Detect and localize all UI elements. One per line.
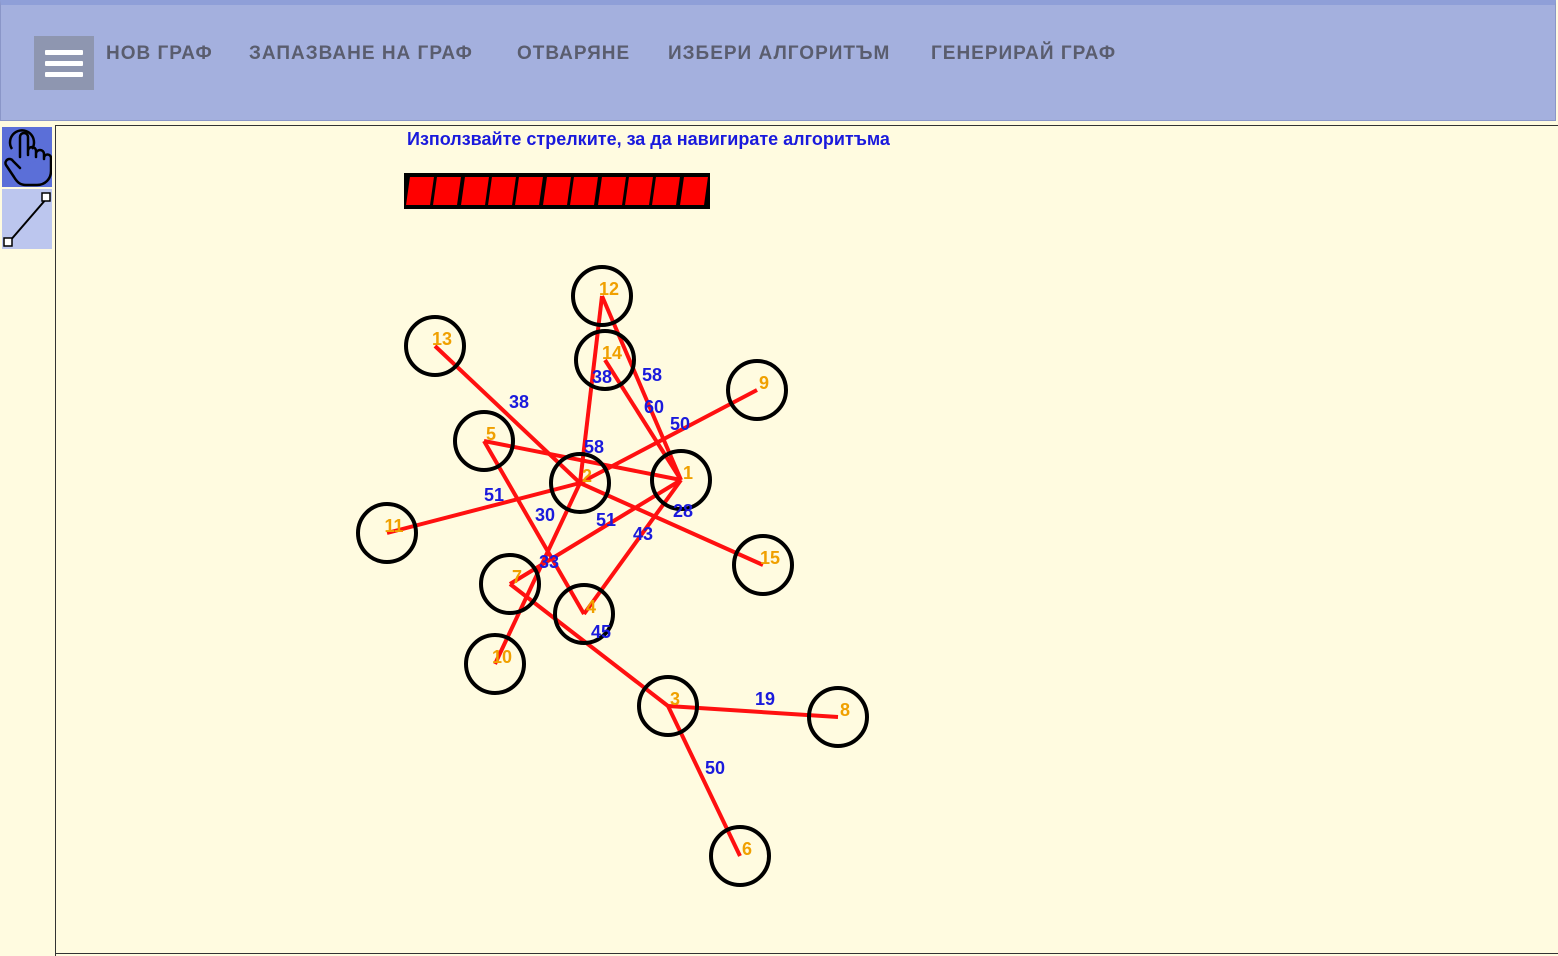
node-label: 8 — [840, 700, 850, 720]
new-graph-menu-item[interactable]: НОВ ГРАФ — [106, 43, 213, 65]
choose-algorithm-menu-item[interactable]: ИЗБЕРИ АЛГОРИТЪМ — [668, 43, 890, 65]
progress-segment — [597, 177, 626, 205]
save-graph-menu-item[interactable]: ЗАПАЗВАНЕ НА ГРАФ — [249, 43, 473, 65]
progress-segment — [406, 177, 435, 205]
progress-segment — [433, 177, 462, 205]
progress-segment — [488, 177, 517, 205]
node-label: 3 — [670, 689, 680, 709]
progress-segment — [652, 177, 681, 205]
node-label: 14 — [602, 343, 622, 363]
progress-segment — [515, 177, 544, 205]
node-label: 1 — [683, 463, 693, 483]
progress-segment — [542, 177, 572, 205]
navigation-hint: Използвайте стрелките, за да навигирате … — [407, 129, 890, 149]
graph-canvas[interactable] — [56, 125, 1558, 954]
node-label: 9 — [759, 373, 769, 393]
node-label: 7 — [512, 567, 522, 587]
algorithm-progress-bar — [404, 173, 710, 209]
node-label: 2 — [582, 466, 592, 486]
node-label: 12 — [599, 279, 619, 299]
progress-segment — [460, 177, 490, 205]
node-label: 10 — [492, 647, 512, 667]
progress-segment — [679, 177, 708, 205]
progress-segments — [406, 177, 708, 205]
progress-segment — [624, 177, 654, 205]
top-menu-bar: НОВ ГРАФ ЗАПАЗВАНЕ НА ГРАФ ОТВАРЯНЕ ИЗБЕ… — [0, 0, 1556, 121]
line-segment-icon — [3, 192, 51, 247]
node-label: 11 — [384, 516, 403, 536]
node-label: 15 — [760, 548, 780, 568]
generate-graph-menu-item[interactable]: ГЕНЕРИРАЙ ГРАФ — [931, 43, 1116, 65]
node-label: 5 — [486, 424, 496, 444]
tool-sidebar — [0, 125, 56, 956]
node-label: 13 — [432, 329, 452, 349]
edge-tool-button[interactable] — [2, 189, 52, 249]
progress-segment — [570, 177, 599, 205]
node-label: 6 — [742, 839, 752, 859]
open-menu-item[interactable]: ОТВАРЯНЕ — [517, 43, 630, 65]
hand-pointer-icon — [4, 129, 53, 187]
node-label: 4 — [586, 597, 596, 617]
hamburger-menu-button[interactable] — [34, 36, 94, 90]
pointer-tool-button[interactable] — [2, 127, 53, 187]
